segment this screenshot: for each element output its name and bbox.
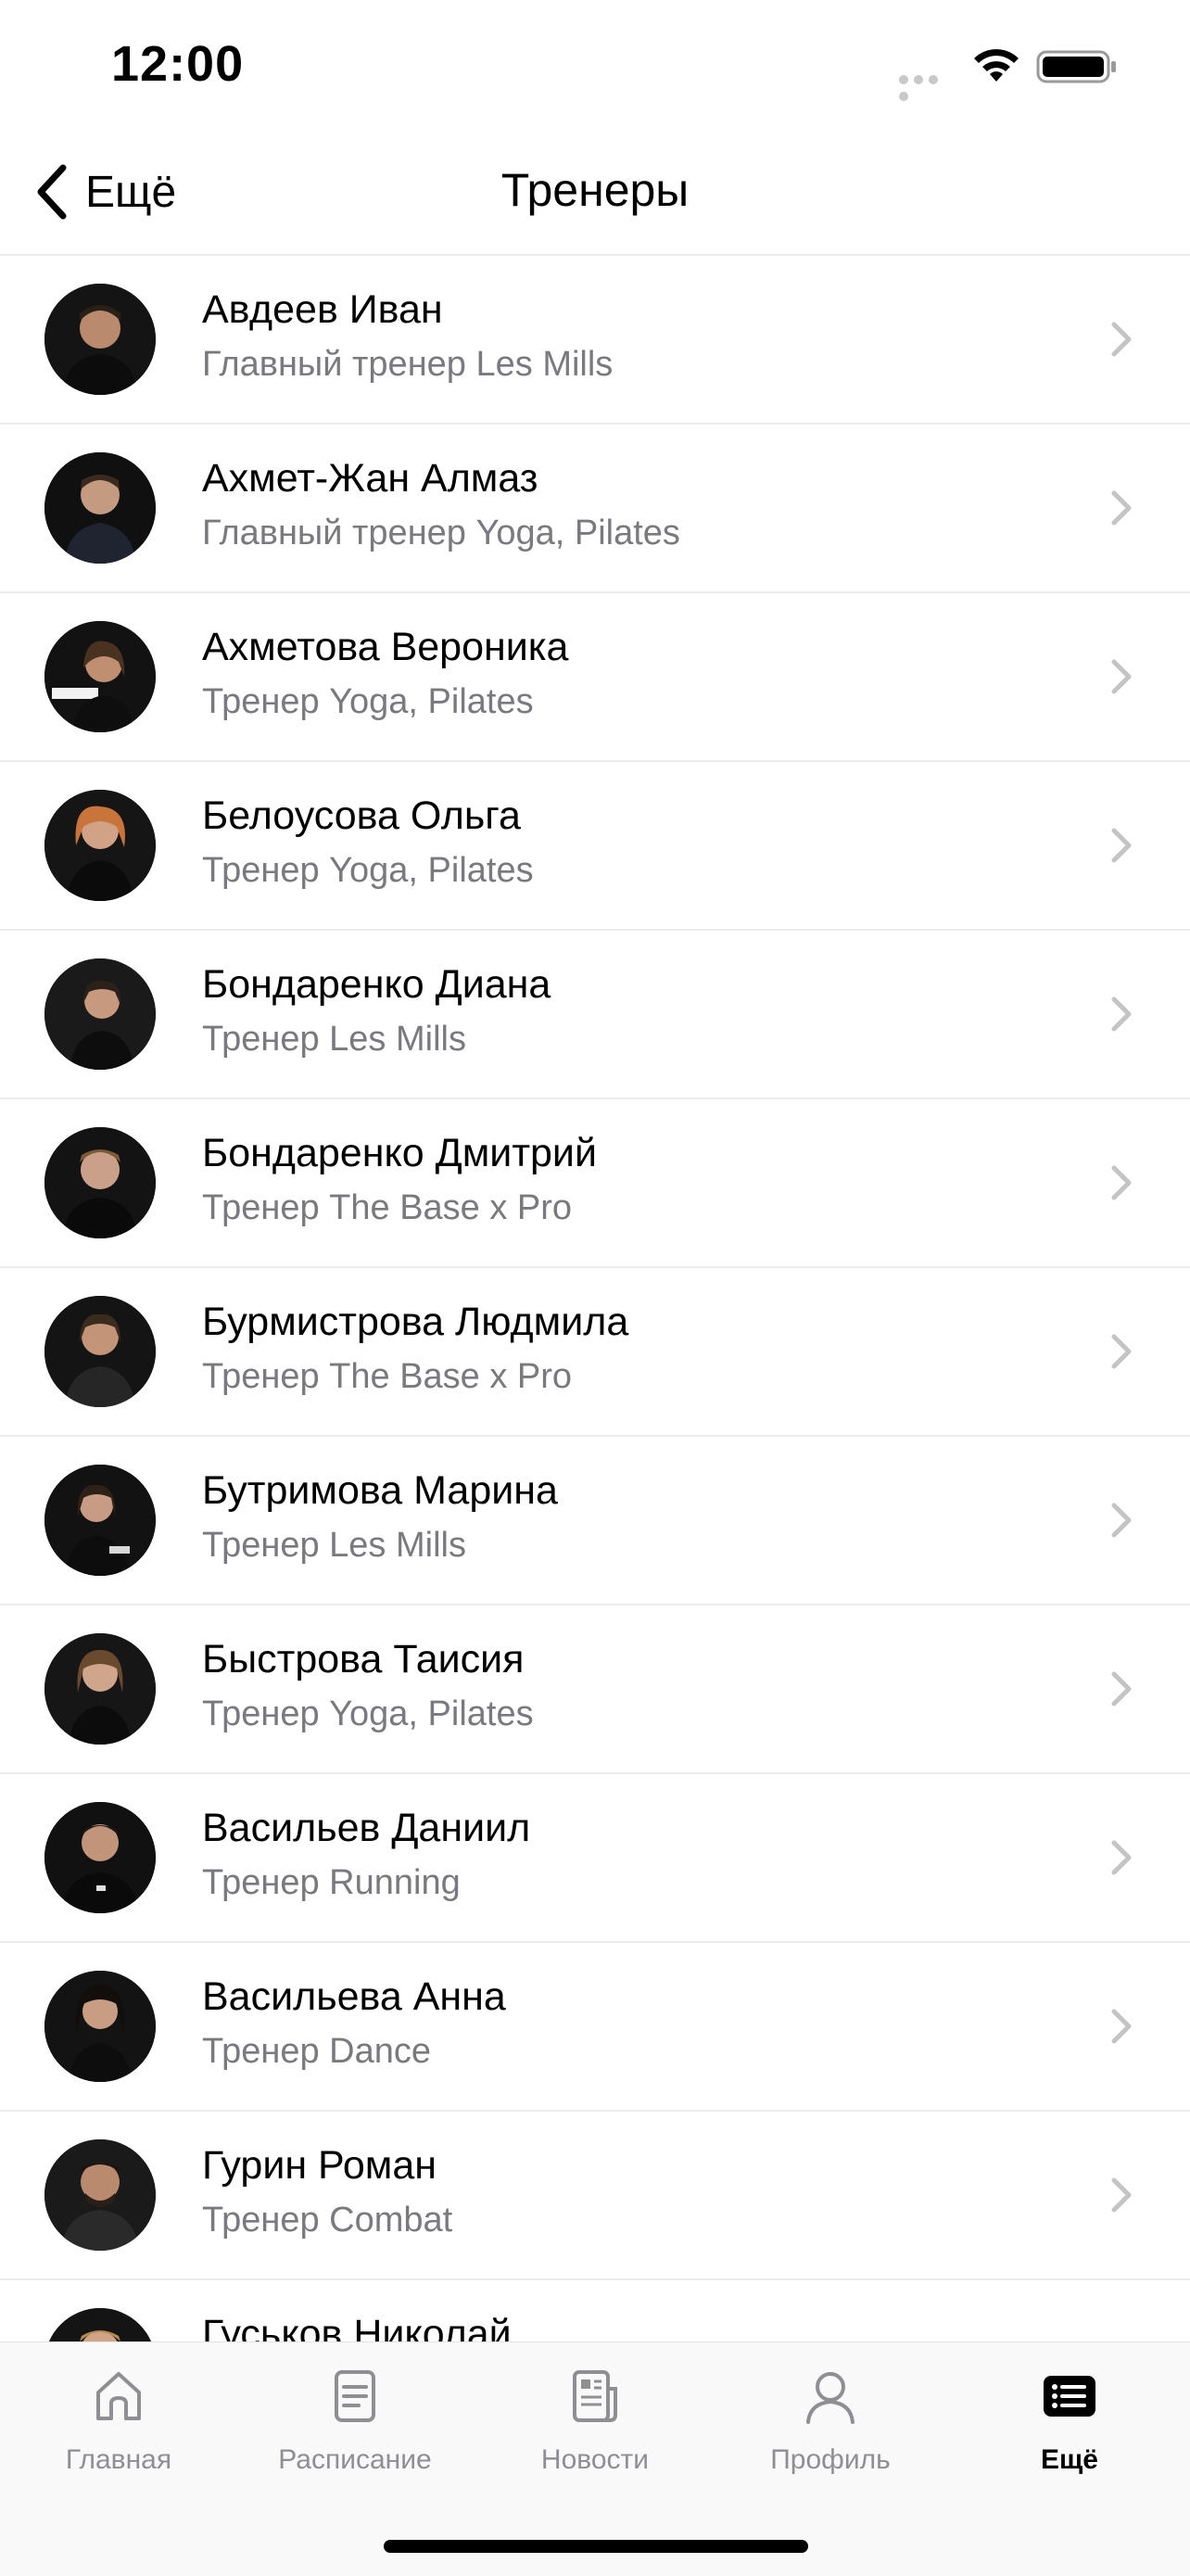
trainer-avatar [44,958,156,1070]
trainer-name: Гурин Роман [202,2143,437,2188]
trainer-role: Тренер The Base x Pro [202,1188,573,1227]
profile-icon [806,2372,855,2424]
trainer-name: Бондаренко Диана [202,962,551,1007]
trainer-avatar [44,1971,156,2082]
chevron-right-icon [1111,828,1132,863]
trainer-row[interactable]: Бутримова Марина Тренер Les Mills [0,1437,1190,1605]
chevron-right-icon [1111,1503,1132,1538]
chevron-right-icon [1111,996,1132,1032]
trainer-name: Васильев Даниил [202,1806,531,1850]
tab-label: Главная [65,2444,172,2475]
wifi-icon [974,49,1019,82]
trainer-role: Тренер Running [202,1863,461,1902]
trainer-avatar [44,452,156,564]
trainer-name: Ахмет-Жан Алмаз [202,456,538,501]
trainer-role: Тренер Yoga, Pilates [202,682,534,721]
schedule-icon [335,2370,375,2422]
status-bar: 12:00 [0,0,1190,130]
trainer-role: Тренер Yoga, Pilates [202,851,534,890]
home-icon [96,2372,141,2420]
trainer-name: Бурмистрова Людмила [202,1300,629,1344]
trainer-row[interactable]: Ахмет-Жан Алмаз Главный тренер Yoga, Pil… [0,425,1190,593]
chevron-right-icon [1111,1671,1132,1707]
trainer-name: Белоусова Ольга [202,793,521,838]
trainer-role: Главный тренер Yoga, Pilates [202,514,680,552]
trainer-role: Тренер Yoga, Pilates [202,1694,534,1733]
chevron-right-icon [1111,1165,1132,1200]
status-time: 12:00 [111,36,245,92]
chevron-right-icon [1111,659,1132,694]
trainer-avatar [44,284,156,395]
chevron-right-icon [1111,1334,1132,1369]
trainer-name: Ахметова Вероника [202,625,569,669]
trainer-avatar [44,621,156,732]
chevron-right-icon [1111,2009,1132,2044]
tab-schedule[interactable]: Расписание [253,2367,457,2487]
tab-home[interactable]: Главная [17,2367,221,2487]
navigation-bar: Ещё Тренеры [0,130,1190,256]
chevron-right-icon [1111,1840,1132,1875]
trainer-name: Быстрова Таисия [202,1637,525,1681]
home-indicator [384,2540,808,2553]
trainer-role: Тренер Combat [202,2201,453,2240]
tab-label: Ещё [1040,2444,1098,2475]
trainer-role: Тренер Dance [202,2032,431,2071]
trainer-avatar [44,2139,156,2251]
battery-icon [1036,50,1116,83]
trainer-role: Тренер The Base x Pro [202,1357,573,1396]
trainer-avatar [44,1127,156,1238]
trainer-avatar [44,1802,156,1913]
trainer-avatar [44,790,156,901]
chevron-right-icon [1111,2177,1132,2213]
trainer-row[interactable]: Авдеев Иван Главный тренер Les Mills [0,256,1190,425]
tab-news[interactable]: Новости [493,2367,697,2487]
more-icon [1044,2376,1095,2417]
tab-more[interactable]: Ещё [968,2367,1171,2487]
trainer-avatar [44,1296,156,1407]
trainer-role: Тренер Les Mills [202,1020,466,1059]
trainer-row[interactable]: Быстрова Таисия Тренер Yoga, Pilates [0,1605,1190,1774]
trainer-row[interactable]: Бондаренко Дмитрий Тренер The Base x Pro [0,1099,1190,1268]
trainer-avatar [44,1465,156,1576]
chevron-right-icon [1111,322,1132,357]
trainer-name: Гуськов Николай [202,2312,512,2341]
trainer-row[interactable]: Васильева Анна Тренер Dance [0,1943,1190,2112]
tab-label: Расписание [278,2444,432,2475]
trainer-name: Авдеев Иван [202,287,443,332]
trainer-list: Авдеев Иван Главный тренер Les Mills Ахм… [0,256,1190,2341]
trainer-row[interactable]: Бурмистрова Людмила Тренер The Base x Pr… [0,1268,1190,1437]
chevron-right-icon [1111,490,1132,526]
trainer-row[interactable]: Гуськов Николай [0,2280,1190,2341]
trainer-avatar [44,1633,156,1745]
trainer-row[interactable]: Ахметова Вероника Тренер Yoga, Pilates [0,593,1190,762]
news-icon [573,2370,617,2422]
trainer-row[interactable]: Васильев Даниил Тренер Running [0,1774,1190,1943]
trainer-name: Бутримова Марина [202,1468,558,1513]
trainer-row[interactable]: Гурин Роман Тренер Combat [0,2112,1190,2280]
cellular-signal-icon [899,72,956,101]
tab-label: Новости [540,2444,650,2475]
tab-label: Профиль [770,2444,891,2475]
trainer-role: Тренер Les Mills [202,1526,466,1565]
tab-profile[interactable]: Профиль [728,2367,932,2487]
trainer-avatar [44,2308,156,2341]
trainer-row[interactable]: Белоусова Ольга Тренер Yoga, Pilates [0,762,1190,931]
trainer-role: Главный тренер Les Mills [202,345,614,384]
trainer-row[interactable]: Бондаренко Диана Тренер Les Mills [0,931,1190,1099]
page-title: Тренеры [500,164,690,216]
trainer-name: Бондаренко Дмитрий [202,1131,597,1175]
trainer-name: Васильева Анна [202,1974,506,2019]
